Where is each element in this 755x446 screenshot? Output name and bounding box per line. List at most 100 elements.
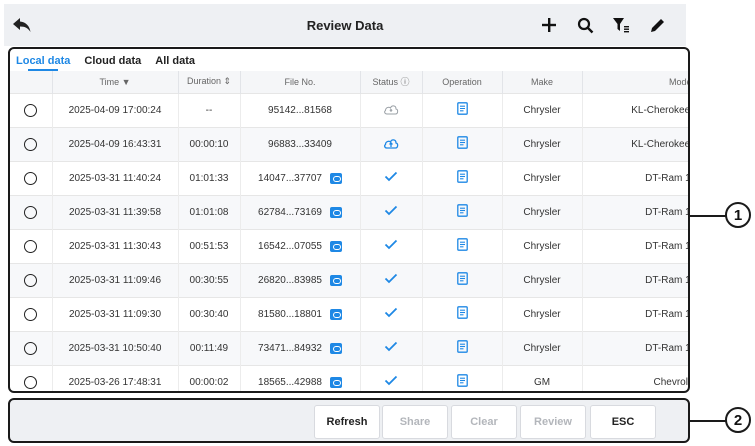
operation-cell[interactable] (422, 330, 503, 365)
uploaded-check-icon (384, 273, 398, 284)
duration-cell: 01:01:08 (178, 194, 241, 229)
row-select-radio[interactable] (24, 103, 38, 117)
row-select-radio[interactable] (24, 205, 38, 219)
operation-cell[interactable] (422, 160, 503, 195)
report-document-icon (456, 102, 468, 115)
column-header-file-no: File No. (240, 71, 361, 93)
report-document-icon (456, 340, 468, 353)
file-no-cell: 18565...42988 (240, 364, 361, 391)
time-cell: 2025-03-26 17:48:31 (52, 364, 179, 391)
review-button[interactable]: Review (520, 405, 586, 439)
duration-cell: 00:00:10 (178, 126, 241, 161)
status-cell (360, 330, 423, 365)
filter-button[interactable] (610, 14, 632, 36)
add-icon (542, 18, 556, 32)
column-header-make: Make (502, 71, 583, 93)
row-select-radio[interactable] (24, 171, 38, 185)
cloud-badge-icon (329, 274, 342, 286)
file-no-wrap: 81580...18801 (258, 308, 342, 320)
table-row[interactable]: 2025-03-26 17:48:31 00:00:02 18565...42988… (10, 364, 688, 391)
tab-all-data[interactable]: All data (155, 55, 195, 71)
duration-cell: 00:30:40 (178, 296, 241, 331)
time-cell: 2025-03-31 11:39:58 (52, 194, 179, 229)
model-cell: DT-Ram 1! (582, 194, 688, 229)
file-no-cell: 96883...33409 (240, 126, 361, 161)
table-row[interactable]: 2025-04-09 16:43:31 00:00:10 96883...33409… (10, 126, 688, 161)
table-row[interactable]: 2025-04-09 17:00:24 -- 95142...81568 Chrysl… (10, 92, 688, 127)
table-row[interactable]: 2025-03-31 11:09:30 00:30:40 81580...18801… (10, 296, 688, 331)
time-cell: 2025-03-31 11:09:46 (52, 262, 179, 297)
add-button[interactable] (538, 14, 560, 36)
make-cell: Chrysler (502, 194, 583, 229)
make-cell: Chrysler (502, 228, 583, 263)
row-select-radio[interactable] (24, 273, 38, 287)
make-cell: Chrysler (502, 126, 583, 161)
uploaded-check-icon (384, 376, 398, 386)
file-no-text: 81580...18801 (258, 308, 322, 320)
file-no-wrap: 14047...37707 (258, 172, 342, 184)
table-row[interactable]: 2025-03-31 11:39:58 01:01:08 62784...73169… (10, 194, 688, 229)
row-select-cell (10, 330, 53, 365)
operation-cell[interactable] (422, 126, 503, 161)
report-document-icon (456, 238, 468, 251)
back-arrow-icon (13, 18, 31, 32)
duration-cell: 00:11:49 (178, 330, 241, 365)
file-no-wrap: 26820...83985 (258, 274, 342, 286)
uploaded-check-icon (384, 205, 398, 216)
row-select-radio[interactable] (24, 375, 38, 389)
column-header-status[interactable]: Status ⓘ (360, 71, 423, 93)
data-table: Time ▼ Duration ⇕ File No. Status ⓘ Oper… (10, 71, 688, 391)
cloud-badge-icon (329, 342, 342, 354)
back-button[interactable] (4, 4, 40, 46)
cloud-pending-icon (384, 104, 399, 114)
esc-button[interactable]: ESC (590, 405, 656, 439)
search-button[interactable] (574, 14, 596, 36)
model-cell: DT-Ram 1! (582, 160, 688, 195)
data-panel: Local data Cloud data All data Time ▼ Du… (8, 47, 690, 393)
cloud-badge-icon (329, 376, 342, 388)
file-no-wrap: 73471...84932 (258, 342, 342, 354)
file-no-text: 26820...83985 (258, 274, 322, 286)
filter-icon (613, 18, 629, 33)
tab-local-data[interactable]: Local data (16, 55, 70, 71)
row-select-radio[interactable] (24, 307, 38, 321)
clear-button[interactable]: Clear (451, 405, 517, 439)
refresh-button[interactable]: Refresh (314, 405, 380, 439)
row-select-radio[interactable] (24, 239, 38, 253)
row-select-cell (10, 364, 53, 391)
table-row[interactable]: 2025-03-31 11:09:46 00:30:55 26820...83985… (10, 262, 688, 297)
table-row[interactable]: 2025-03-31 11:40:24 01:01:33 14047...37707… (10, 160, 688, 195)
operation-cell[interactable] (422, 228, 503, 263)
model-cell: DT-Ram 1! (582, 262, 688, 297)
make-cell: Chrysler (502, 262, 583, 297)
tab-cloud-data[interactable]: Cloud data (84, 55, 141, 71)
edit-button[interactable] (646, 14, 668, 36)
model-cell: Chevrole (582, 364, 688, 391)
callout-1-badge: 1 (725, 202, 751, 228)
header-toolbar (538, 4, 668, 46)
model-cell: DT-Ram 1! (582, 228, 688, 263)
make-cell: Chrysler (502, 330, 583, 365)
table-row[interactable]: 2025-03-31 11:30:43 00:51:53 16542...07055… (10, 228, 688, 263)
model-cell: KL-Cherokee( (582, 126, 688, 161)
report-document-icon (456, 170, 468, 183)
row-select-radio[interactable] (24, 137, 38, 151)
report-document-icon (456, 374, 468, 388)
file-no-cell: 62784...73169 (240, 194, 361, 229)
review-data-screen: Review Data Local data Cloud data All da… (0, 0, 755, 446)
operation-cell[interactable] (422, 194, 503, 229)
table-row[interactable]: 2025-03-31 10:50:40 00:11:49 73471...84932… (10, 330, 688, 365)
file-no-text: 62784...73169 (258, 206, 322, 218)
cloud-badge-icon (329, 308, 342, 320)
column-header-duration[interactable]: Duration ⇕ (178, 71, 241, 93)
row-select-cell (10, 296, 53, 331)
operation-cell[interactable] (422, 92, 503, 127)
time-cell: 2025-03-31 11:30:43 (52, 228, 179, 263)
share-button[interactable]: Share (382, 405, 448, 439)
row-select-radio[interactable] (24, 341, 38, 355)
column-header-time[interactable]: Time ▼ (52, 71, 179, 93)
operation-cell[interactable] (422, 296, 503, 331)
status-cell (360, 228, 423, 263)
operation-cell[interactable] (422, 262, 503, 297)
operation-cell[interactable] (422, 364, 503, 391)
